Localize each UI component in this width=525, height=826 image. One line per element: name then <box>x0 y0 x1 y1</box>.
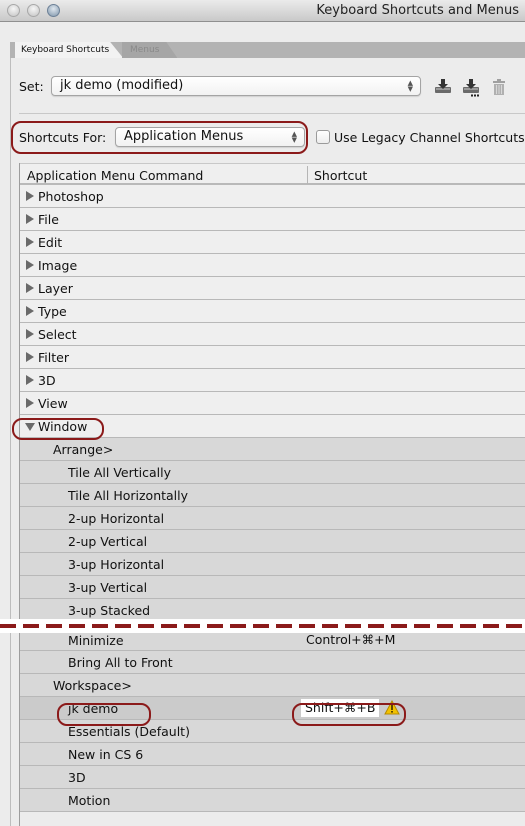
menu-row-file[interactable]: File <box>20 208 525 231</box>
menu-row-3d[interactable]: 3D <box>20 369 525 392</box>
save-set-icon[interactable] <box>432 77 454 97</box>
shortcut-value[interactable]: Control+⌘+M <box>306 632 395 647</box>
command-row[interactable]: 2-up Vertical <box>20 530 525 553</box>
dashed-break-line <box>0 624 525 628</box>
command-row[interactable]: Tile All Horizontally <box>20 484 525 507</box>
menu-row-type[interactable]: Type <box>20 300 525 323</box>
menu-row-edit[interactable]: Edit <box>20 231 525 254</box>
tab-menus[interactable]: Menus <box>122 42 178 58</box>
highlight-annotation <box>11 121 308 154</box>
highlight-annotation <box>12 418 104 440</box>
column-divider[interactable] <box>307 166 308 184</box>
legacy-channel-checkbox[interactable] <box>316 130 330 144</box>
title-bar: Keyboard Shortcuts and Menus <box>0 0 525 22</box>
menu-row-photoshop[interactable]: Photoshop <box>20 185 525 208</box>
menu-row-select[interactable]: Select <box>20 323 525 346</box>
column-header-command[interactable]: Application Menu Command <box>27 168 203 183</box>
tab-bar: Keyboard Shortcuts Menus <box>10 42 525 58</box>
command-row-bring-all-to-front[interactable]: Bring All to Front <box>20 651 525 674</box>
disclosure-triangle-icon[interactable] <box>26 237 34 247</box>
disclosure-triangle-icon[interactable] <box>26 329 34 339</box>
trash-icon[interactable] <box>488 77 510 97</box>
disclosure-triangle-icon[interactable] <box>26 191 34 201</box>
set-select-value: jk demo (modified) <box>60 78 184 93</box>
legacy-channel-label[interactable]: Use Legacy Channel Shortcuts <box>334 130 525 145</box>
disclosure-triangle-icon[interactable] <box>26 260 34 270</box>
table-header: Application Menu Command Shortcut <box>20 163 525 185</box>
window-title: Keyboard Shortcuts and Menus <box>316 3 519 18</box>
set-label: Set: <box>19 79 44 94</box>
highlight-annotation <box>292 703 406 726</box>
menu-row-filter[interactable]: Filter <box>20 346 525 369</box>
divider <box>19 113 525 114</box>
submenu-row-arrange[interactable]: Arrange> <box>20 438 525 461</box>
zoom-window-button[interactable] <box>47 4 60 17</box>
command-row[interactable]: 2-up Horizontal <box>20 507 525 530</box>
disclosure-triangle-icon[interactable] <box>26 398 34 408</box>
shortcuts-table: Application Menu Command Shortcut Photos… <box>19 163 525 826</box>
set-select[interactable]: jk demo (modified) ▲ ▼ <box>51 76 421 96</box>
disclosure-triangle-icon[interactable] <box>26 352 34 362</box>
menu-row-layer[interactable]: Layer <box>20 277 525 300</box>
tab-keyboard-shortcuts[interactable]: Keyboard Shortcuts <box>15 42 124 58</box>
command-row[interactable]: 3-up Vertical <box>20 576 525 599</box>
disclosure-triangle-icon[interactable] <box>26 375 34 385</box>
command-row[interactable]: New in CS 6 <box>20 743 525 766</box>
close-window-button[interactable] <box>7 4 20 17</box>
disclosure-triangle-icon[interactable] <box>26 214 34 224</box>
command-row[interactable]: 3-up Horizontal <box>20 553 525 576</box>
command-row[interactable]: Tile All Vertically <box>20 461 525 484</box>
highlight-annotation <box>57 703 151 726</box>
save-set-as-icon[interactable] <box>460 77 482 97</box>
menu-row-image[interactable]: Image <box>20 254 525 277</box>
panel-border <box>10 58 11 826</box>
updown-arrows-icon: ▲ ▼ <box>407 79 413 93</box>
disclosure-triangle-icon[interactable] <box>26 306 34 316</box>
command-row[interactable]: Motion <box>20 789 525 812</box>
disclosure-triangle-icon[interactable] <box>26 283 34 293</box>
command-row[interactable]: 3D <box>20 766 525 789</box>
menu-row-view[interactable]: View <box>20 392 525 415</box>
submenu-row-workspace[interactable]: Workspace> <box>20 674 525 697</box>
minimize-window-button[interactable] <box>27 4 40 17</box>
column-header-shortcut[interactable]: Shortcut <box>314 168 367 183</box>
